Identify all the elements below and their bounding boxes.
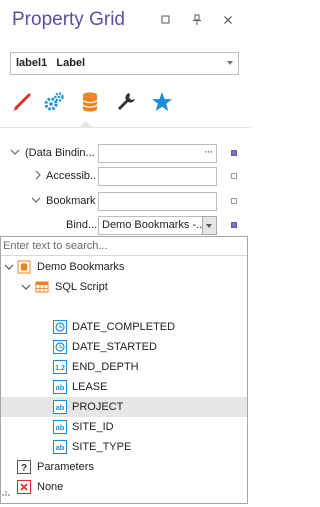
tree-node-label: DATE_STARTED [72, 341, 157, 353]
property-marker[interactable] [231, 198, 237, 204]
property-marker[interactable] [231, 222, 237, 228]
close-button[interactable] [220, 12, 236, 28]
window-title: Property Grid [12, 9, 125, 30]
tabs-divider [0, 127, 251, 128]
chevron-right-icon[interactable] [33, 170, 43, 180]
svg-text:ab: ab [56, 443, 65, 452]
datetime-field-icon [53, 320, 67, 334]
tree-node-label: Demo Bookmarks [37, 261, 125, 273]
chevron-down-icon[interactable] [31, 195, 41, 205]
category-tabs [0, 84, 251, 124]
restore-button[interactable] [158, 12, 174, 28]
property-name: (Data Bindin... [25, 147, 95, 159]
tree-node-label: Parameters [37, 461, 94, 473]
datetime-field-icon [53, 340, 67, 354]
combo-dropdown-button[interactable] [202, 216, 217, 235]
tab-data[interactable] [78, 90, 102, 114]
resize-grip[interactable] [2, 488, 12, 498]
restore-icon [161, 15, 170, 24]
property-name: Accessib... [46, 170, 97, 182]
pin-icon [193, 14, 201, 25]
title-bar: Property Grid [0, 0, 251, 42]
svg-text:ab: ab [56, 423, 65, 432]
component-selector[interactable]: label1 Label [10, 52, 239, 75]
string-field-icon: ab [53, 440, 67, 454]
binding-dropdown-panel: Demo Bookmarks SQL Script DATE_COMPLETED… [0, 236, 248, 504]
property-row-bookmark[interactable]: Bookmark [0, 189, 251, 213]
search-input[interactable] [3, 238, 243, 254]
tree-node-label: SITE_TYPE [72, 441, 132, 453]
close-icon [224, 16, 232, 24]
table-icon [35, 280, 49, 294]
string-field-icon: ab [53, 420, 67, 434]
tree-node-label: LEASE [72, 381, 108, 393]
property-value-field[interactable]: ··· [98, 144, 217, 163]
tree-node-parameters[interactable]: ? Parameters [1, 457, 247, 477]
property-marker[interactable] [231, 173, 237, 179]
svg-text:1.2: 1.2 [55, 365, 65, 372]
binding-combo[interactable]: Demo Bookmarks -... [98, 216, 217, 235]
property-value-field[interactable] [98, 167, 217, 186]
tree-node-demo-bookmarks[interactable]: Demo Bookmarks [1, 257, 247, 277]
datasource-icon [17, 260, 31, 274]
component-selector-value: label1 Label [16, 57, 86, 69]
tab-appearance[interactable] [10, 90, 34, 114]
database-icon [82, 92, 98, 112]
star-icon [152, 92, 172, 111]
svg-text:?: ? [21, 463, 27, 474]
property-marker[interactable] [231, 150, 237, 156]
svg-text:ab: ab [56, 383, 65, 392]
tree-node-label: DATE_COMPLETED [72, 321, 176, 333]
pin-button[interactable] [189, 12, 205, 28]
tree-node-field-selected[interactable]: ab PROJECT [1, 397, 247, 417]
chevron-down-icon [206, 224, 212, 228]
brush-icon [13, 93, 31, 111]
tab-behavior[interactable] [42, 90, 66, 114]
parameters-icon: ? [17, 460, 31, 474]
binding-combo-value: Demo Bookmarks -... [102, 219, 206, 231]
property-row-accessibility[interactable]: Accessib... [0, 164, 251, 188]
chevron-down-icon[interactable] [4, 262, 14, 272]
tree-node-field[interactable]: ab SITE_ID [1, 417, 247, 437]
tree-node-field[interactable]: DATE_STARTED [1, 337, 247, 357]
tree-node-label: None [37, 481, 64, 493]
tree-node-field[interactable]: 1.2 END_DEPTH [1, 357, 247, 377]
property-value-field[interactable] [98, 192, 217, 211]
none-icon [17, 480, 31, 494]
property-name: Bind... [66, 219, 97, 231]
wrench-icon [118, 93, 135, 110]
search-box[interactable] [1, 237, 247, 256]
tab-favorites[interactable] [150, 90, 174, 114]
tree-node-field[interactable]: ab SITE_TYPE [1, 437, 247, 457]
chevron-down-icon[interactable] [21, 282, 31, 292]
tree-node-field[interactable]: DATE_COMPLETED [1, 317, 247, 337]
property-row-data-bindings[interactable]: (Data Bindin... ··· [0, 141, 251, 165]
chevron-down-icon[interactable] [10, 147, 20, 157]
tree-node-label: PROJECT [72, 401, 124, 413]
tree-node-label: END_DEPTH [72, 361, 139, 373]
svg-text:ab: ab [56, 403, 65, 412]
numeric-field-icon: 1.2 [53, 360, 67, 374]
property-name: Bookmark [46, 195, 96, 207]
ellipsis-button[interactable]: ··· [204, 146, 213, 158]
tree-node-label: SITE_ID [72, 421, 114, 433]
gears-icon [44, 92, 64, 111]
tree-node-none[interactable]: None [1, 477, 247, 497]
string-field-icon: ab [53, 400, 67, 414]
chevron-down-icon [227, 61, 233, 65]
property-row-binding[interactable]: Bind... Demo Bookmarks -... [0, 213, 251, 237]
tab-design[interactable] [114, 90, 138, 114]
tree-node-sql-script[interactable]: SQL Script [1, 277, 247, 297]
string-field-icon: ab [53, 380, 67, 394]
tree-node-field[interactable]: ab LEASE [1, 377, 247, 397]
tree-node-label: SQL Script [55, 281, 108, 293]
